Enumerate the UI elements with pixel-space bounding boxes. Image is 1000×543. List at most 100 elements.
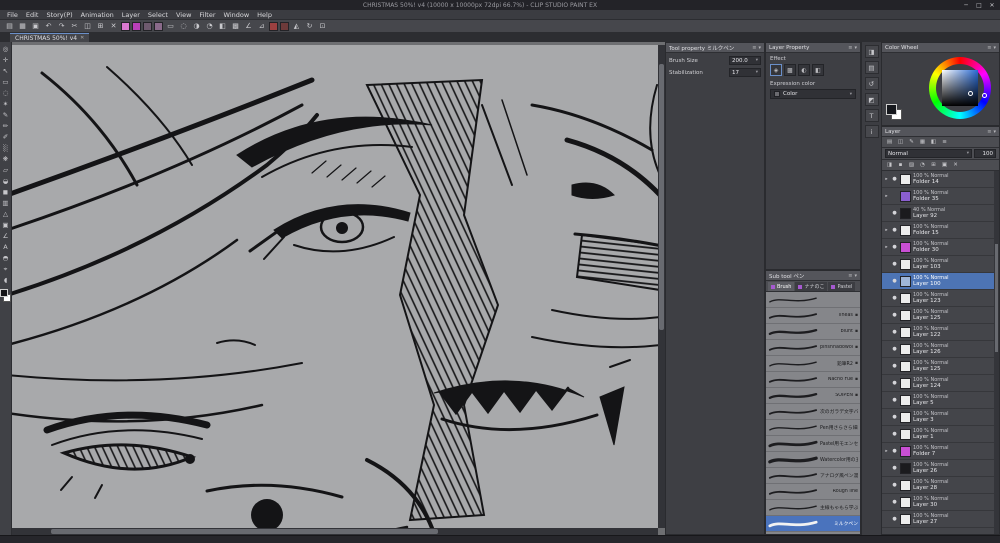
menu-view[interactable]: View [172,10,195,19]
layer-row[interactable]: ● 100 % Normal Layer 125 [882,307,999,324]
layer-thumbnail[interactable] [900,207,911,219]
hue-cursor[interactable] [982,93,987,98]
layer-row[interactable]: ● 100 % Normal Layer 27 [882,511,999,528]
layer-row[interactable]: ● 100 % Normal Layer 5 [882,392,999,409]
fill-select-icon[interactable]: ◧ [217,21,228,32]
airbrush-tool[interactable]: ░ [0,143,11,153]
draw-icon[interactable]: ✎ [907,138,916,147]
rotate-icon[interactable]: ↻ [304,21,315,32]
quick-access-icon[interactable]: ◨ [864,45,879,58]
field-value-input[interactable]: 200.0 ▾ [729,56,761,65]
visibility-eye-icon[interactable]: ● [891,431,898,437]
saturation-value-box[interactable] [942,70,978,106]
panel-menu-icon[interactable]: ≡ [987,45,991,51]
brush-item[interactable]: Pastel用モエンセカ [766,436,860,452]
sub-tool-tab[interactable]: ナナのこ [795,282,828,291]
folder-expander-icon[interactable]: ▸ [884,177,889,182]
brush-item[interactable]: Nacho Fue ▪ [766,372,860,388]
layer-thumbnail[interactable] [900,394,911,406]
layer-thumbnail[interactable] [900,428,911,440]
spinner-arrow-icon[interactable]: ▾ [756,70,758,75]
brush-item[interactable]: pinshhadowol ▪ [766,340,860,356]
menu-animation[interactable]: Animation [77,10,118,19]
invert-select-icon[interactable]: ◑ [191,21,202,32]
brush-item[interactable]: SOIPEN ▪ [766,388,860,404]
panel-menu-icon[interactable]: ≡ [987,129,991,135]
layer-row[interactable]: ● 100 % Normal Layer 126 [882,341,999,358]
brush-item[interactable] [766,292,860,308]
brush-item[interactable]: Rough line [766,484,860,500]
visibility-eye-icon[interactable]: ● [891,414,898,420]
move-tool[interactable]: ✛ [0,55,11,65]
hand-tool[interactable]: ◖ [0,275,11,285]
foreground-color-swatch[interactable] [886,104,897,115]
copy-icon[interactable]: ◫ [82,21,93,32]
navigator-icon[interactable]: ◩ [864,93,879,106]
folder-thumbnail[interactable] [900,445,911,457]
brown-swatch[interactable] [280,21,289,31]
select-tool[interactable]: ▭ [0,77,11,87]
blend-tool[interactable]: ◒ [0,176,11,186]
fill-tool[interactable]: ◼ [0,187,11,197]
layer-row[interactable]: ● 100 % Normal Layer 123 [882,290,999,307]
reset-view-icon[interactable]: ⊡ [317,21,328,32]
layer-opacity-field[interactable]: 100 [974,149,996,158]
main-color-swatch[interactable] [0,289,8,297]
tab-close-icon[interactable]: ✕ [80,35,84,41]
layer-thumbnail[interactable] [900,462,911,474]
folder-expander-icon[interactable]: ▸ [884,228,889,233]
layer-row[interactable]: ● 100 % Normal Layer 124 [882,375,999,392]
document-tab[interactable]: CHRISTMAS 50%! v4 ✕ [10,33,90,42]
sv-cursor[interactable] [968,91,973,96]
gradient-tool[interactable]: ▥ [0,198,11,208]
folder-thumbnail[interactable] [900,224,911,236]
select-tool-icon[interactable]: ▭ [165,21,176,32]
layer-thumbnail[interactable] [900,343,911,355]
canvas-artwork[interactable] [12,45,658,528]
layer-thumbnail[interactable] [900,258,911,270]
clip-icon[interactable]: ◨ [885,161,894,170]
layer-scroll-thumb[interactable] [995,243,998,353]
menu-select[interactable]: Select [144,10,172,19]
magic-wand-tool[interactable]: ✶ [0,99,11,109]
visibility-eye-icon[interactable]: ● [891,295,898,301]
layer-thumbnail[interactable] [900,360,911,372]
folder-expander-icon[interactable]: ▸ [884,194,889,199]
layer-row[interactable]: ● 100 % Normal Layer 100 [882,273,999,290]
canvas-page[interactable] [12,45,658,528]
layer-row[interactable]: ● 100 % Normal Layer 26 [882,460,999,477]
visibility-eye-icon[interactable]: ● [891,465,898,471]
folder-expander-icon[interactable]: ▸ [884,449,889,454]
brush-item[interactable]: 主線もゃもら学ぶも一文字する短たら [766,500,860,516]
redo-icon[interactable]: ↷ [56,21,67,32]
mask-icon[interactable]: ◔ [918,161,927,170]
layer-row[interactable]: ▸ ● 100 % Normal Folder 7 [882,443,999,460]
layer-row[interactable]: ▸ ● 100 % Normal Folder 15 [882,222,999,239]
operation-tool[interactable]: ↖ [0,66,11,76]
new-icon[interactable]: ▤ [4,21,15,32]
layer-thumbnail[interactable] [900,377,911,389]
figure-tool[interactable]: △ [0,209,11,219]
layer-row[interactable]: ▸ ● 100 % Normal Folder 30 [882,239,999,256]
layer-thumbnail[interactable] [900,309,911,321]
material-icon[interactable]: ▤ [864,61,879,74]
hscroll-thumb[interactable] [50,529,439,534]
panel-menu-icon[interactable]: ≡ [848,45,852,51]
layer-row[interactable]: ● 100 % Normal Layer 28 [882,477,999,494]
folder-expander-icon[interactable]: ▸ [884,245,889,250]
layer-thumbnail[interactable] [900,479,911,491]
folder-thumbnail[interactable] [900,241,911,253]
maximize-button[interactable]: □ [973,1,985,10]
visibility-eye-icon[interactable]: ● [891,448,898,454]
combine-icon[interactable]: ◫ [896,138,905,147]
delete-icon[interactable]: ✕ [108,21,119,32]
layer-row[interactable]: ▸ ● 100 % Normal Folder 14 [882,171,999,188]
visibility-eye-icon[interactable]: ● [891,312,898,318]
menu-edit[interactable]: Edit [22,10,43,19]
extract-line-effect-icon[interactable]: ◧ [812,64,824,76]
info-panel-icon[interactable]: i [864,125,879,138]
menu-filter[interactable]: Filter [195,10,219,19]
close-button[interactable]: ✕ [986,1,998,10]
brush-item[interactable]: Pen用さらさら細めのガチインペン [766,420,860,436]
visibility-eye-icon[interactable]: ● [891,482,898,488]
